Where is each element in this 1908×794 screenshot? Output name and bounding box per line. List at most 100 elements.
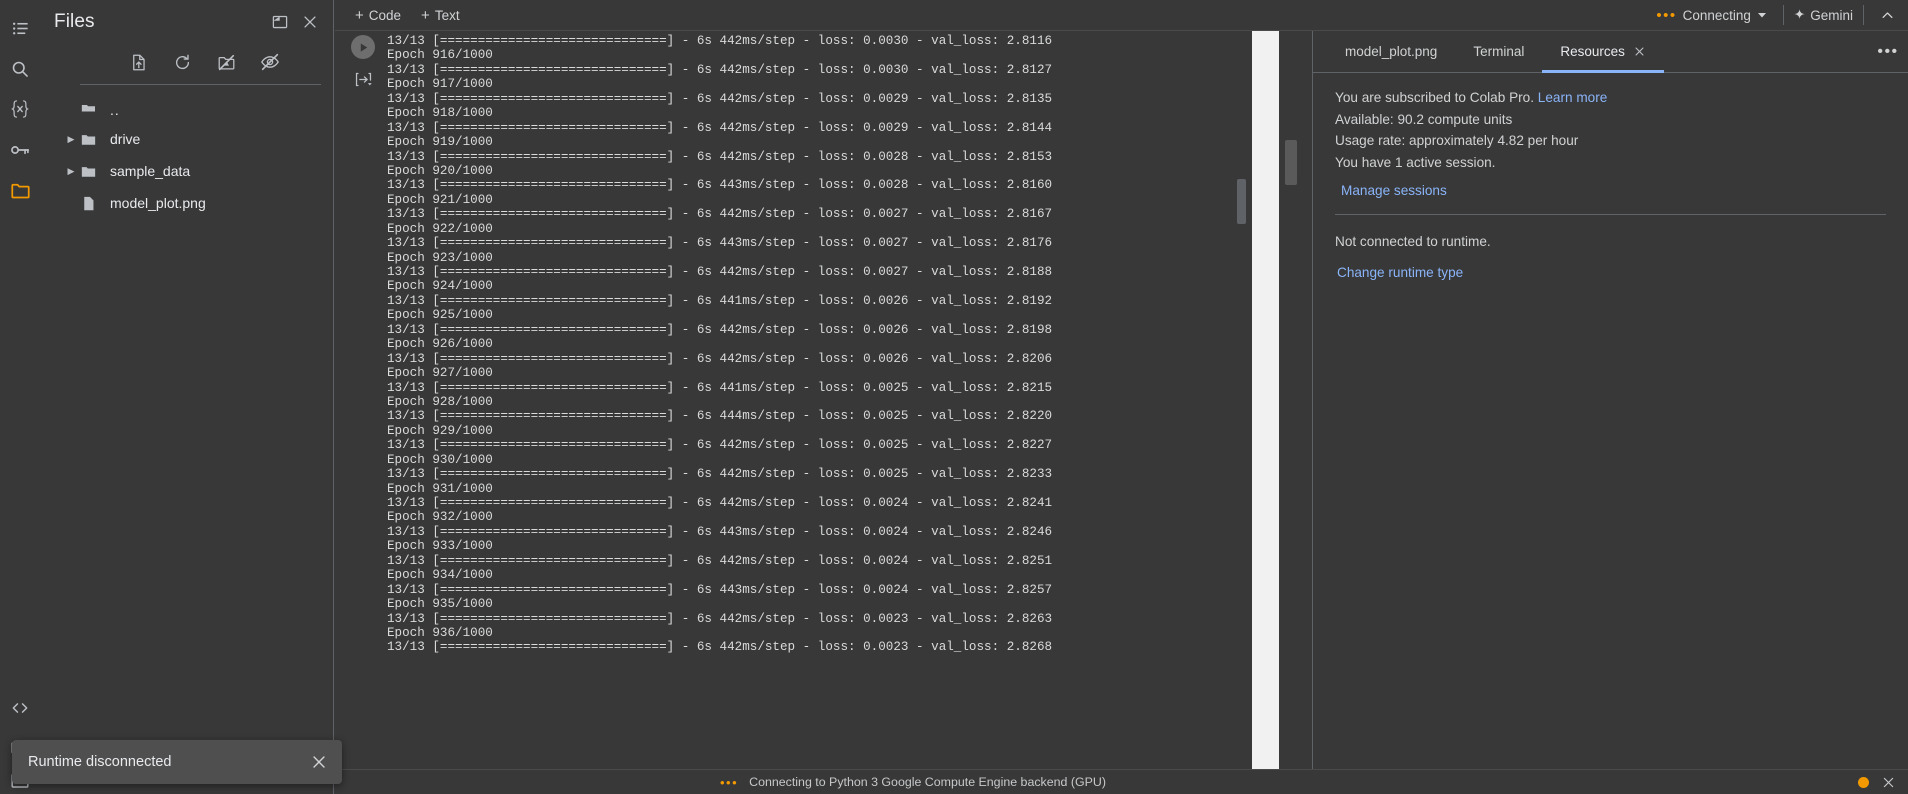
close-icon[interactable]: [295, 7, 325, 37]
colab-window: Files .. ▶ drive ▶ sample_data model_plo…: [0, 0, 1908, 794]
hide-hidden-icon[interactable]: [257, 48, 283, 76]
upload-icon[interactable]: [125, 48, 151, 76]
file-list: ▶ .. ▶ drive: [40, 85, 333, 219]
output-line: 13/13 [==============================] -…: [387, 582, 1053, 597]
output-line: Epoch 934/1000: [387, 568, 493, 583]
manage-sessions-link[interactable]: Manage sessions: [1341, 183, 1447, 198]
file-row[interactable]: ▶ sample_data: [40, 155, 333, 187]
output-scrollbar[interactable]: [1237, 39, 1246, 784]
chevron-down-icon[interactable]: [1751, 4, 1773, 26]
gemini-label: Gemini: [1810, 7, 1853, 23]
subscription-line: You are subscribed to Colab Pro. Learn m…: [1335, 87, 1886, 109]
file-name: model_plot.png: [110, 195, 206, 211]
folder-up-icon: [80, 99, 106, 116]
output-line: Epoch 918/1000: [387, 106, 493, 121]
chevron-up-icon[interactable]: [1874, 2, 1900, 28]
mount-drive-icon[interactable]: [213, 48, 239, 76]
toc-icon[interactable]: [0, 8, 40, 49]
output-line: Epoch 932/1000: [387, 510, 493, 525]
chevron-right-icon[interactable]: ▶: [62, 166, 80, 177]
file-row[interactable]: ▶ drive: [40, 123, 333, 155]
status-bar-text: Connecting to Python 3 Google Compute En…: [749, 775, 1106, 789]
tab-label: Resources: [1560, 43, 1625, 59]
runtime-section: Not connected to runtime. Change runtime…: [1335, 215, 1886, 282]
files-panel-header: Files: [40, 0, 333, 44]
output-line: Epoch 933/1000: [387, 539, 493, 554]
output-line: Epoch 924/1000: [387, 279, 493, 294]
new-window-icon[interactable]: [265, 7, 295, 37]
tab-label: model_plot.png: [1345, 43, 1438, 59]
output-line: Epoch 930/1000: [387, 452, 493, 467]
output-line: 13/13 [==============================] -…: [387, 62, 1053, 77]
resources-body: You are subscribed to Colab Pro. Learn m…: [1313, 73, 1908, 282]
file-name: ..: [110, 102, 120, 118]
folder-icon[interactable]: [0, 170, 40, 211]
output-line: 13/13 [==============================] -…: [387, 120, 1053, 135]
gemini-button[interactable]: ✦ Gemini: [1794, 7, 1853, 23]
training-log-output: 13/13 [==============================] -…: [387, 31, 1230, 794]
file-icon: [80, 195, 106, 212]
divider: [1863, 5, 1864, 25]
output-line: 13/13 [==============================] -…: [387, 467, 1053, 482]
add-text-cell-button[interactable]: + Text: [413, 5, 468, 26]
add-code-cell-button[interactable]: + Code: [347, 5, 409, 26]
tab-terminal[interactable]: Terminal: [1455, 32, 1542, 73]
connecting-dots-icon: •••: [1656, 6, 1677, 24]
output-line: Epoch 922/1000: [387, 221, 493, 236]
search-icon[interactable]: [0, 49, 40, 90]
left-icon-rail: [0, 0, 40, 794]
active-sessions: You have 1 active session.: [1335, 154, 1496, 170]
output-line: 13/13 [==============================] -…: [387, 149, 1053, 164]
runtime-disconnected-toast: Runtime disconnected: [12, 740, 342, 784]
tab-model-plot-png[interactable]: model_plot.png: [1327, 32, 1455, 73]
output-line: 13/13 [==============================] -…: [387, 496, 1053, 510]
chevron-right-icon[interactable]: ▶: [62, 134, 80, 145]
output-line: 13/13 [==============================] -…: [387, 322, 1053, 337]
page-scrollbar-thumb[interactable]: [1285, 140, 1297, 185]
tab-label: Terminal: [1473, 43, 1525, 59]
tab-resources[interactable]: Resources: [1542, 32, 1664, 73]
more-options-icon[interactable]: •••: [1868, 31, 1908, 72]
output-line: Epoch 929/1000: [387, 423, 493, 438]
change-runtime-type-link[interactable]: Change runtime type: [1337, 265, 1463, 280]
right-panel-tabs: model_plot.png Terminal Resources •••: [1313, 31, 1908, 73]
right-side-panel: model_plot.png Terminal Resources ••• Yo…: [1312, 31, 1908, 794]
divider: [1782, 5, 1784, 25]
file-row[interactable]: ▶ model_plot.png: [40, 187, 333, 219]
output-line: Epoch 936/1000: [387, 625, 493, 640]
folder-icon: [80, 163, 106, 180]
runtime-status: Not connected to runtime.: [1335, 234, 1491, 249]
file-row[interactable]: ▶ ..: [40, 91, 333, 123]
learn-more-link[interactable]: Learn more: [1538, 90, 1608, 105]
key-icon[interactable]: [0, 130, 40, 171]
add-text-label: Text: [434, 7, 460, 23]
toolbar-right-group: ••• Connecting ✦ Gemini: [1656, 2, 1908, 28]
output-line: 13/13 [==============================] -…: [387, 34, 1053, 48]
sparkle-icon: ✦: [1793, 7, 1806, 22]
output-scrollbar-thumb[interactable]: [1237, 179, 1246, 224]
close-icon[interactable]: [1633, 45, 1646, 58]
files-toolbar: [80, 44, 321, 85]
file-name: drive: [110, 131, 141, 147]
close-icon[interactable]: [1881, 775, 1896, 790]
output-line: Epoch 923/1000: [387, 250, 493, 265]
run-cell-button[interactable]: [351, 35, 375, 59]
show-output-icon[interactable]: [351, 67, 375, 91]
connection-status-label[interactable]: Connecting: [1683, 8, 1751, 23]
notebook-page-edge: [1252, 31, 1279, 794]
files-panel-title: Files: [54, 11, 95, 32]
files-panel: Files .. ▶ drive ▶ sample_data model_plo…: [40, 0, 334, 794]
plus-icon: +: [355, 6, 364, 24]
close-icon[interactable]: [310, 753, 328, 771]
variables-icon[interactable]: [0, 89, 40, 130]
output-line: 13/13 [==============================] -…: [387, 438, 1053, 453]
toast-message: Runtime disconnected: [28, 754, 172, 770]
output-line: 13/13 [==============================] -…: [387, 236, 1053, 251]
refresh-icon[interactable]: [169, 48, 195, 76]
output-line: Epoch 927/1000: [387, 366, 493, 381]
add-cell-group: + Code + Text: [335, 5, 468, 26]
output-line: 13/13 [==============================] -…: [387, 524, 1053, 539]
code-snippets-icon[interactable]: [0, 688, 40, 729]
output-line: Epoch 925/1000: [387, 308, 493, 323]
status-bar-right: [1858, 775, 1908, 790]
